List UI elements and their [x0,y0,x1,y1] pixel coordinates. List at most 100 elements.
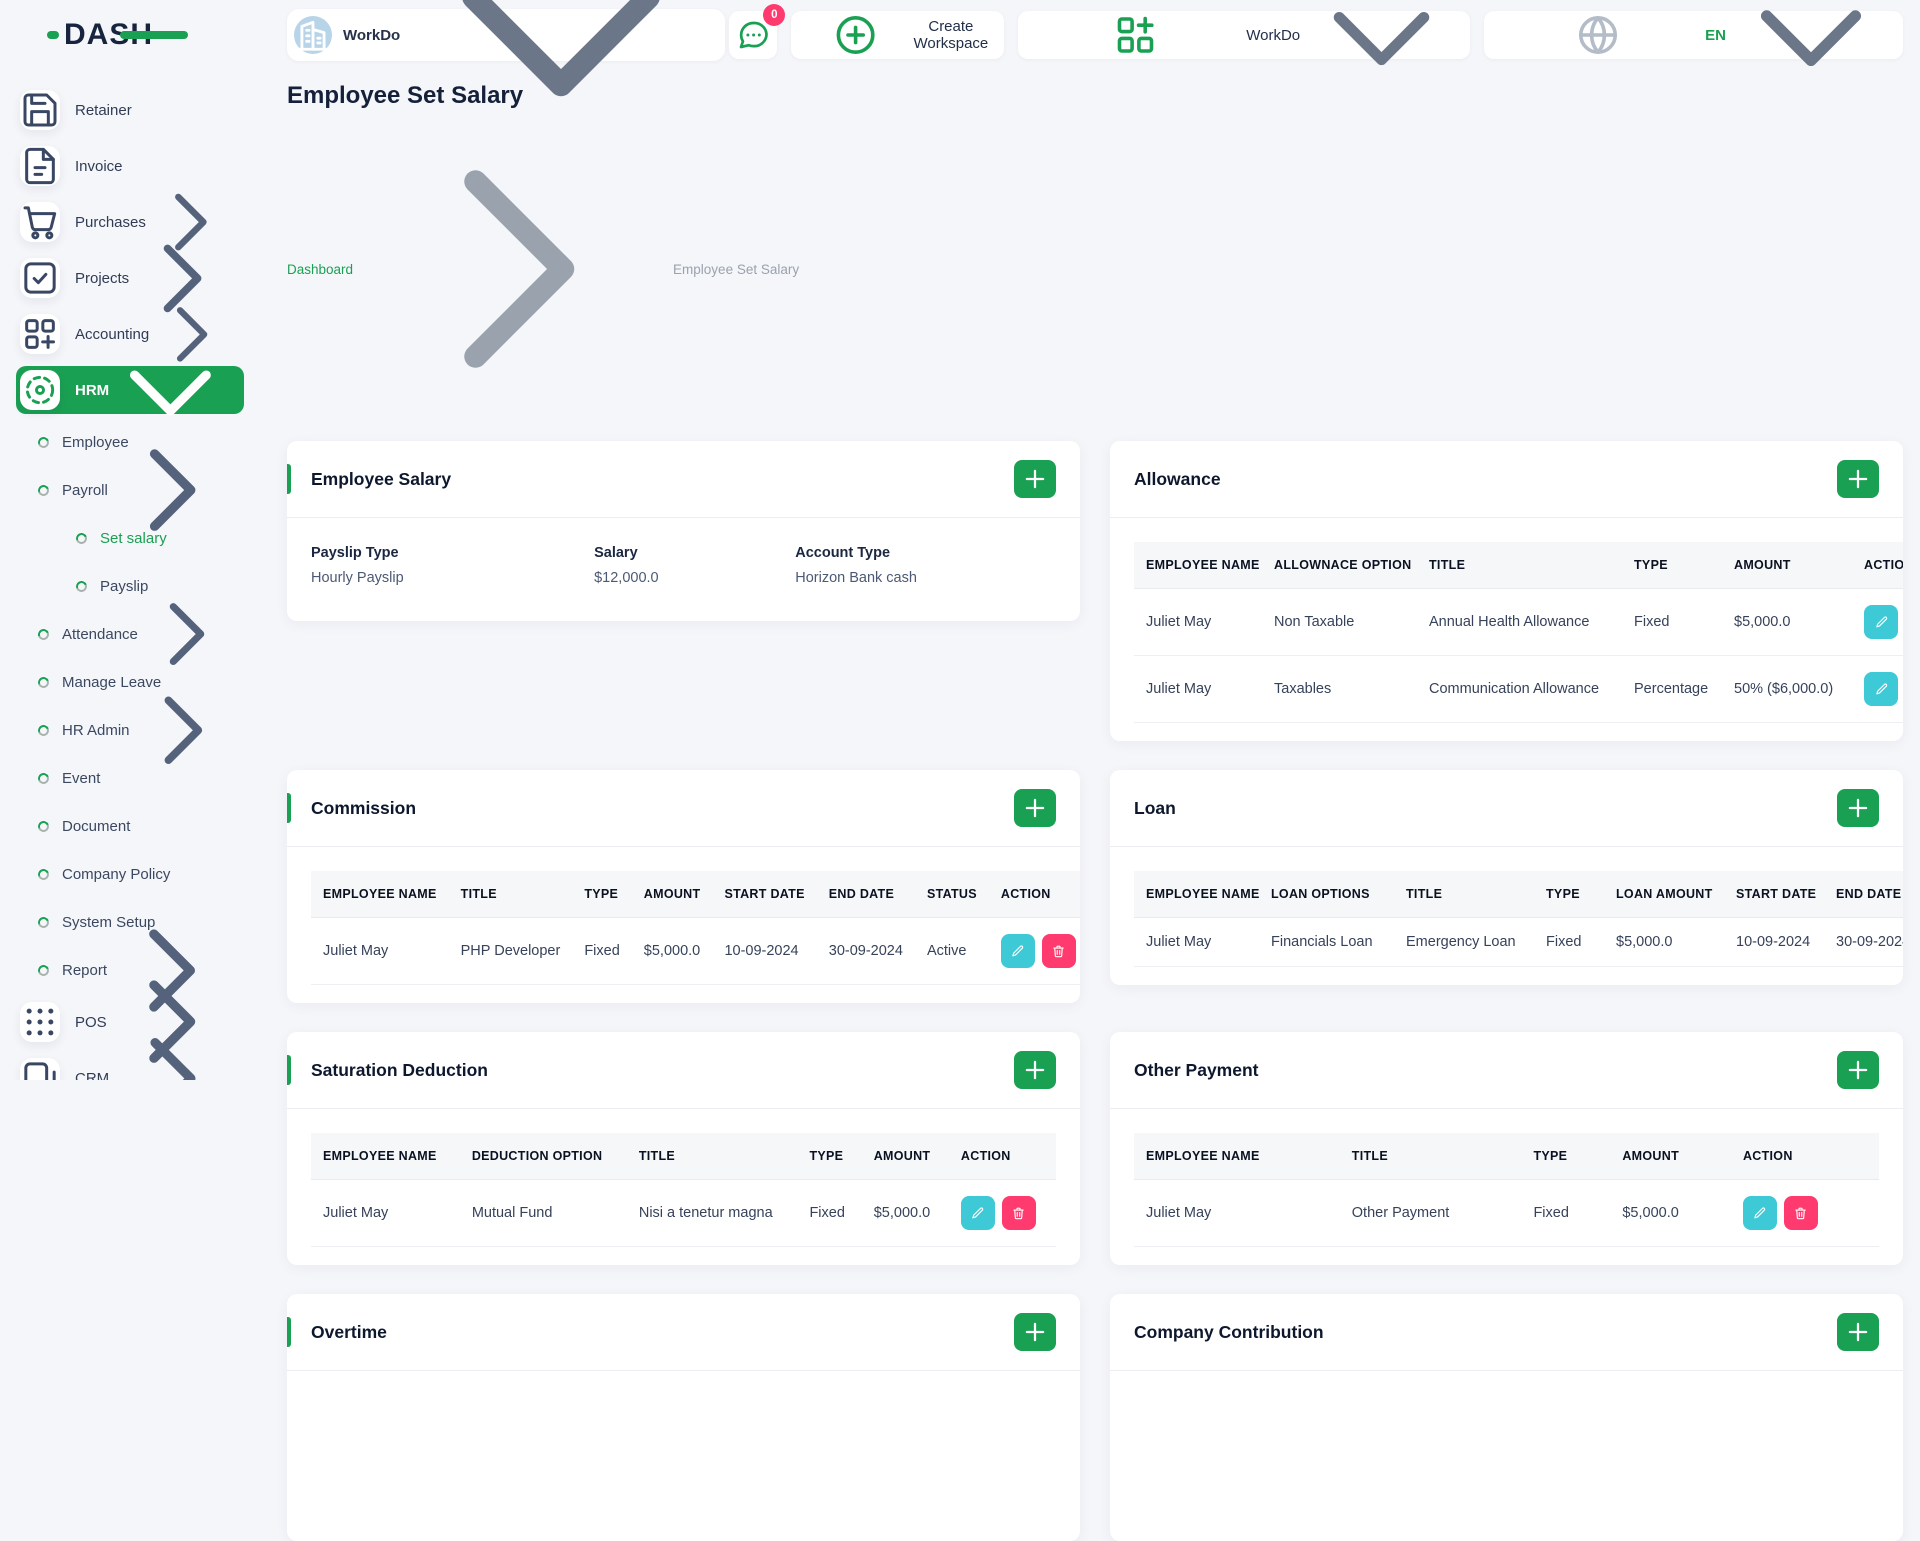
sidebar-item-hr-admin[interactable]: HR Admin [16,696,244,764]
language-label: EN [1705,26,1726,44]
sidebar-item-company-policy[interactable]: Company Policy [16,854,244,894]
delete-button[interactable] [1783,1196,1818,1230]
breadcrumb-current: Employee Set Salary [673,261,800,277]
column-header: END DATE [816,871,915,918]
table-cell: Juliet May [311,1179,460,1247]
card-title: Company Contribution [1134,1321,1324,1342]
workspace-switcher[interactable]: WorkDo [287,0,726,97]
bullet-icon [36,722,51,738]
column-header: END DATE [1824,871,1903,918]
add-other-payment-button[interactable] [1837,1051,1879,1089]
column-header: TYPE [797,1133,862,1180]
sidebar-item-crm[interactable]: CRM [16,1037,244,1081]
workspace-menu-button[interactable]: WorkDo [1018,11,1471,65]
add-allowance-button[interactable] [1837,460,1879,498]
data-table: EMPLOYEE NAME TITLE TYPE AMOUNT START DATE EN… [311,871,1080,985]
sidebar-item-document[interactable]: Document [16,806,244,846]
edit-button[interactable] [1000,934,1035,968]
sidebar-item-label: Event [62,769,101,787]
chevron-down-icon [1309,0,1454,108]
breadcrumb-dashboard-link[interactable]: Dashboard [287,262,353,277]
table-cell: 10-09-2024 [712,917,817,985]
cards-grid: Employee Salary Payslip Type Hourly Pays… [287,441,1903,1541]
column-header: LOAN AMOUNT [1604,871,1724,918]
create-workspace-button[interactable]: Create Workspace [791,11,1005,59]
column-header: TYPE [1534,871,1604,918]
delete-button[interactable] [1041,934,1076,968]
card-header: Loan [1110,770,1903,847]
building-icon [294,16,332,54]
saturation-deduction-card: Saturation Deduction EMPLOYEE NAME DEDUCT… [287,1032,1080,1265]
field-label: Payslip Type [311,545,399,561]
add-loan-button[interactable] [1837,789,1879,827]
overtime-card: Overtime [287,1294,1080,1541]
column-header: ACTION [988,871,1080,918]
card-title: Saturation Deduction [311,1059,488,1080]
employee-salary-fields: Payslip Type Hourly Payslip Salary $12,0… [287,518,1080,621]
sidebar-item-label: Set salary [100,529,167,547]
table-cell: Fixed [1534,917,1604,967]
add-saturation-deduction-button[interactable] [1014,1051,1056,1089]
add-company-contribution-button[interactable] [1837,1313,1879,1351]
add-overtime-button[interactable] [1014,1313,1056,1351]
table-cell: $5,000.0 [861,1179,949,1247]
table-cell: Annual Health Allowance [1417,588,1622,656]
hrm-icon [20,370,60,410]
column-header: TITLE [1394,871,1534,918]
column-header: EMPLOYEE NAME [1134,542,1262,589]
sidebar-item-hrm[interactable]: HRM [16,366,244,416]
table-cell: Fixed [797,1179,862,1247]
edit-button[interactable] [1864,672,1898,706]
language-button[interactable]: EN [1484,10,1903,67]
table-cell: $5,000.0 [1604,917,1724,967]
table-cell: Mutual Fund [459,1179,627,1247]
table-cell: 50% ($6,000.0) [1722,655,1852,723]
sidebar-item-attendance[interactable]: Attendance [16,603,244,665]
grid-plus-icon [1034,11,1237,59]
messages-button[interactable]: 0 [729,4,786,59]
create-workspace-label: Create Workspace [913,18,989,52]
workspace-menu-label: WorkDo [1246,26,1301,44]
add-employee-salary-button[interactable] [1014,460,1056,498]
field-label: Account Type [795,545,891,561]
saturation-deduction-table: EMPLOYEE NAME DEDUCTION OPTION TITLE TYPE AM… [311,1133,1056,1265]
table-cell: Fixed [1622,588,1722,656]
card-header: Commission [287,770,1080,847]
projects-icon [20,258,60,298]
sidebar-item-label: Retainer [75,101,132,119]
card-header: Saturation Deduction [287,1032,1080,1109]
edit-button[interactable] [960,1196,995,1230]
table-cell: Financials Loan [1259,917,1394,967]
table-cell: Other Payment [1339,1179,1522,1247]
bullet-icon [36,770,51,786]
other-payment-card: Other Payment EMPLOYEE NAME TITLE TYPE AMOU… [1110,1032,1903,1265]
card-header: Company Contribution [1110,1294,1903,1371]
bullet-icon [36,818,51,834]
breadcrumb: Dashboard Employee Set Salary [287,119,1903,419]
edit-button[interactable] [1864,605,1898,639]
action-cell [1852,588,1903,656]
add-commission-button[interactable] [1014,789,1056,827]
sidebar-item-retainer[interactable]: Retainer [16,86,244,134]
column-header: AMOUNT [1722,542,1852,589]
delete-button[interactable] [1001,1196,1036,1230]
main-area: WorkDo 0 Create Workspace WorkDo EN Empl… [260,0,1920,1541]
dash-logo[interactable]: DASH [47,18,188,52]
field-value: Horizon Bank cash [795,570,917,586]
column-header: AMOUNT [631,871,713,918]
table-cell: Juliet May [1134,655,1262,723]
data-table: EMPLOYEE NAME DEDUCTION OPTION TITLE TYPE AM… [311,1133,1056,1247]
bullet-icon [36,626,51,642]
plus-icon [1843,461,1873,497]
logo-bar-accent [120,31,188,39]
field-value: Hourly Payslip [311,570,404,586]
sidebar-item-payroll[interactable]: Payroll [16,449,244,531]
table-row: Juliet May Non Taxable Annual Health Allow… [1134,588,1903,656]
plus-icon [1843,1314,1873,1350]
column-header: TITLE [1339,1133,1522,1180]
table-cell: Active [914,917,989,985]
edit-button[interactable] [1742,1196,1777,1230]
bullet-icon [36,866,51,882]
sidebar-item-label: CRM [75,1069,110,1081]
sidebar-item-label: HRM [75,381,110,399]
